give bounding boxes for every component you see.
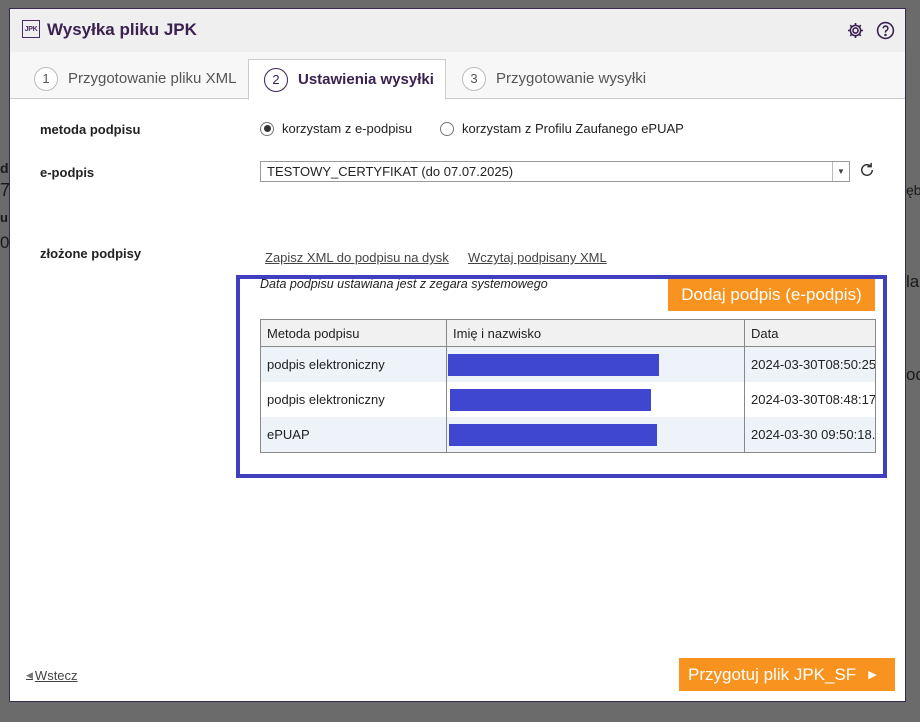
redaction-block <box>448 353 659 376</box>
signature-method-label: metoda podpisu <box>40 122 141 137</box>
name-cell <box>446 417 745 453</box>
redaction-block <box>449 423 657 446</box>
tab-xml-preparation[interactable]: 1 Przygotowanie pliku XML <box>34 59 236 98</box>
radio-e-signature[interactable]: korzystam z e-podpisu <box>260 121 412 136</box>
radio-label: korzystam z Profilu Zaufanego ePUAP <box>462 121 684 136</box>
signatures-table: Metoda podpisu Imię i nazwisko Data podp… <box>260 319 876 453</box>
column-header-method[interactable]: Metoda podpisu <box>260 319 447 347</box>
background-fragment: d <box>0 160 9 176</box>
name-cell <box>446 346 745 382</box>
add-signature-button[interactable]: Dodaj podpis (e-podpis) <box>668 279 875 311</box>
prepare-jpk-label: Przygotuj plik JPK_SF <box>688 664 857 684</box>
chevron-left-icon: ◀ <box>26 670 33 680</box>
radio-label: korzystam z e-podpisu <box>282 121 413 136</box>
chevron-down-icon[interactable]: ▼ <box>832 162 849 181</box>
submitted-signatures-label: złożone podpisy <box>40 246 142 261</box>
load-signed-xml-link[interactable]: Wczytaj podpisany XML <box>468 250 607 265</box>
table-row[interactable]: podpis elektroniczny 2024-03-30T08:48:17 <box>260 382 876 417</box>
back-link[interactable]: ◀ Wstecz <box>26 668 78 683</box>
date-cell: 2024-03-30T08:48:17 <box>744 382 876 417</box>
tab-send-preparation[interactable]: 3 Przygotowanie wysyłki <box>462 59 646 98</box>
table-row[interactable]: podpis elektroniczny 2024-03-30T08:50:25 <box>260 346 876 382</box>
certificate-select[interactable]: TESTOWY_CERTYFIKAT (do 07.07.2025) ▼ <box>260 161 850 182</box>
wizard-tabs: 1 Przygotowanie pliku XML 2 Ustawienia w… <box>10 52 905 100</box>
tab-label: Ustawienia wysyłki <box>298 71 434 88</box>
background-fragment: ęb <box>906 182 920 198</box>
step-number: 3 <box>462 66 486 91</box>
jpk-logo-icon: JPK <box>22 20 40 38</box>
certificate-select-value: TESTOWY_CERTYFIKAT (do 07.07.2025) <box>267 164 514 179</box>
background-fragment: la <box>906 272 920 291</box>
step-number: 2 <box>264 67 288 92</box>
column-header-date[interactable]: Data <box>744 319 876 347</box>
background-fragment: od <box>906 365 920 384</box>
background-fragment: u <box>0 210 8 225</box>
name-cell <box>446 382 745 417</box>
table-row[interactable]: ePUAP 2024-03-30 09:50:18. <box>260 417 876 453</box>
e-signature-label: e-podpis <box>40 165 95 180</box>
tab-label: Przygotowanie wysyłki <box>496 70 647 87</box>
play-arrow-icon: ▶ <box>868 669 877 681</box>
date-cell: 2024-03-30 09:50:18. <box>744 417 876 453</box>
signature-method-cell: ePUAP <box>260 417 447 453</box>
radio-button-selected[interactable] <box>260 121 274 136</box>
step-number: 1 <box>34 66 58 91</box>
gear-icon[interactable] <box>845 20 865 40</box>
tab-label: Przygotowanie pliku XML <box>68 70 237 87</box>
redaction-block <box>450 388 651 411</box>
date-cell: 2024-03-30T08:50:25 <box>744 346 876 382</box>
refresh-icon[interactable] <box>858 161 876 179</box>
title-bar: JPK Wysyłka pliku JPK <box>10 9 905 53</box>
prepare-jpk-button[interactable]: Przygotuj plik JPK_SF ▶ <box>679 658 895 691</box>
tab-send-settings[interactable]: 2 Ustawienia wysyłki <box>248 59 446 100</box>
jpk-send-dialog: JPK Wysyłka pliku JPK 1 Przygotowanie pl… <box>9 8 906 702</box>
radio-epuap-profile[interactable]: korzystam z Profilu Zaufanego ePUAP <box>440 121 684 136</box>
radio-button[interactable] <box>440 121 454 136</box>
back-label: Wstecz <box>34 668 78 683</box>
column-header-name[interactable]: Imię i nazwisko <box>446 319 745 347</box>
help-icon[interactable] <box>875 20 895 40</box>
dialog-title: Wysyłka pliku JPK <box>47 20 197 39</box>
signature-method-cell: podpis elektroniczny <box>260 346 447 382</box>
signature-method-cell: podpis elektroniczny <box>260 382 447 417</box>
save-xml-link[interactable]: Zapisz XML do podpisu na dysk <box>265 250 449 265</box>
